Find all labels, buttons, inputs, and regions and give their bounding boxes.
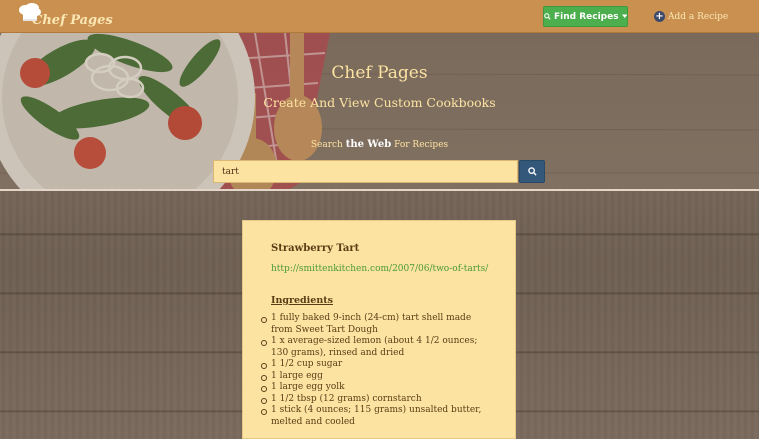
ingredient-item: 1 x average-sized lemon (about 4 1/2 oun… bbox=[261, 336, 491, 359]
ingredient-item: 1 fully baked 9-inch (24-cm) tart shell … bbox=[261, 313, 491, 336]
search-button[interactable] bbox=[519, 160, 545, 183]
search-label-pre: Search bbox=[310, 140, 346, 150]
ingredient-item: 1 large egg yolk bbox=[261, 382, 491, 394]
recipe-source-link[interactable]: http://smittenkitchen.com/2007/06/two-of… bbox=[271, 264, 491, 276]
ingredient-item: 1 stick (4 ounces; 115 grams) unsalted b… bbox=[261, 405, 491, 428]
recipe-title: Strawberry Tart bbox=[271, 243, 360, 254]
ingredients-list: 1 fully baked 9-inch (24-cm) tart shell … bbox=[261, 313, 491, 428]
navbar: Chef Pages Find Recipes + Add a Recipe bbox=[0, 0, 759, 33]
find-recipes-button[interactable]: Find Recipes bbox=[543, 6, 628, 27]
hero-subtitle: Create And View Custom Cookbooks bbox=[263, 95, 496, 110]
search-icon bbox=[544, 13, 551, 20]
search-label: Search the Web For Recipes bbox=[0, 139, 759, 150]
add-recipe-link[interactable]: + Add a Recipe bbox=[654, 9, 728, 24]
ingredient-item: 1 1/2 tbsp (12 grams) cornstarch bbox=[261, 394, 491, 406]
ingredients-heading: Ingredients bbox=[271, 295, 333, 306]
search-label-post: For Recipes bbox=[391, 140, 449, 150]
plus-circle-icon: + bbox=[654, 11, 665, 22]
find-recipes-label: Find Recipes bbox=[553, 11, 619, 22]
search-icon bbox=[527, 167, 537, 176]
brand-name: Chef Pages bbox=[32, 13, 113, 28]
recipe-card: Strawberry Tart http://smittenkitchen.co… bbox=[242, 220, 516, 439]
add-recipe-label: Add a Recipe bbox=[668, 11, 729, 22]
ingredient-item: 1 1/2 cup sugar bbox=[261, 359, 491, 371]
hero-title: Chef Pages bbox=[331, 63, 428, 83]
search-label-emphasis: the Web bbox=[345, 139, 392, 150]
chef-hat-icon bbox=[19, 3, 41, 21]
brand-logo[interactable]: Chef Pages bbox=[16, 3, 113, 30]
ingredient-item: 1 large egg bbox=[261, 371, 491, 383]
recipe-search-input[interactable] bbox=[213, 160, 518, 183]
caret-down-icon bbox=[621, 14, 627, 19]
